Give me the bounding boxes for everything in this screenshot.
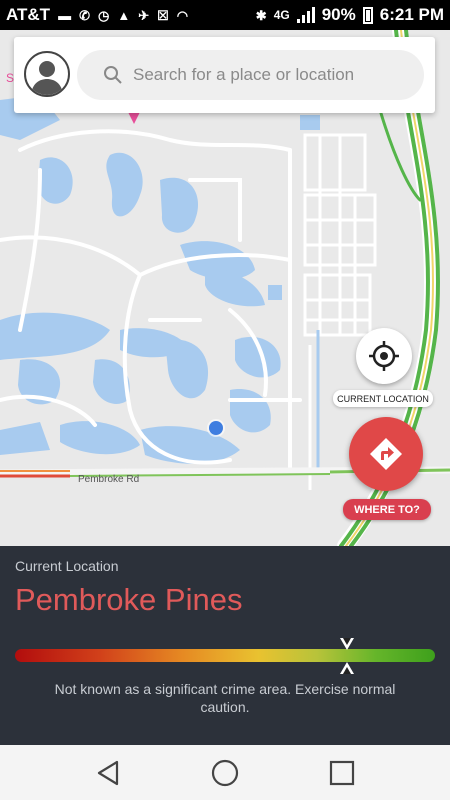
safety-description: Not known as a significant crime area. E… <box>54 681 396 715</box>
battery-icon <box>362 6 373 24</box>
home-icon <box>211 759 239 786</box>
place-name: Pembroke Pines <box>15 582 243 617</box>
svg-text:S: S <box>6 71 14 85</box>
android-icon: ☒ <box>157 7 169 23</box>
current-location-button[interactable] <box>356 328 412 384</box>
clock-icon: ◷ <box>97 7 110 23</box>
clock-time: 6:21 PM <box>379 5 444 24</box>
network-label: 4G <box>273 8 290 22</box>
fm-icon: ✈ <box>138 7 150 23</box>
crosshair-icon <box>369 341 399 371</box>
search-box[interactable] <box>77 50 424 100</box>
profile-avatar-icon[interactable] <box>24 51 70 97</box>
search-card <box>14 37 435 113</box>
back-icon <box>98 760 119 785</box>
battery-percent: 90% <box>321 5 356 24</box>
home-button[interactable] <box>205 753 245 793</box>
current-location-label[interactable]: CURRENT LOCATION <box>333 390 433 407</box>
where-to-label[interactable]: WHERE TO? <box>343 499 431 520</box>
where-to-button[interactable] <box>349 417 423 491</box>
search-icon <box>104 66 122 84</box>
message-icon: ▬ <box>58 7 72 23</box>
warning-icon: ▲ <box>117 7 131 23</box>
bluetooth-icon: ✱ <box>255 7 267 23</box>
my-location-dot <box>209 421 223 435</box>
system-nav-bar <box>0 745 450 800</box>
back-button[interactable] <box>88 753 128 793</box>
current-location-heading: Current Location <box>15 558 119 574</box>
signal-icon <box>296 7 315 23</box>
status-bar: AT&T ▬ ✆ ◷ ▲ ✈ ☒ ◠ ✱ 4G 90% 6:21 PM <box>0 0 450 30</box>
directions-icon <box>370 438 402 470</box>
location-info-panel: Current Location Pembroke Pines Not know… <box>0 546 450 745</box>
wifi-icon: ◠ <box>176 7 189 23</box>
recents-button[interactable] <box>322 753 362 793</box>
safety-marker-icon <box>339 638 354 674</box>
recents-icon <box>329 760 354 785</box>
missed-call-icon: ✆ <box>79 7 90 23</box>
road-label: Pembroke Rd <box>78 474 139 485</box>
search-input[interactable] <box>131 64 415 86</box>
safety-scale <box>15 649 435 662</box>
carrier-label: AT&T <box>6 5 51 24</box>
